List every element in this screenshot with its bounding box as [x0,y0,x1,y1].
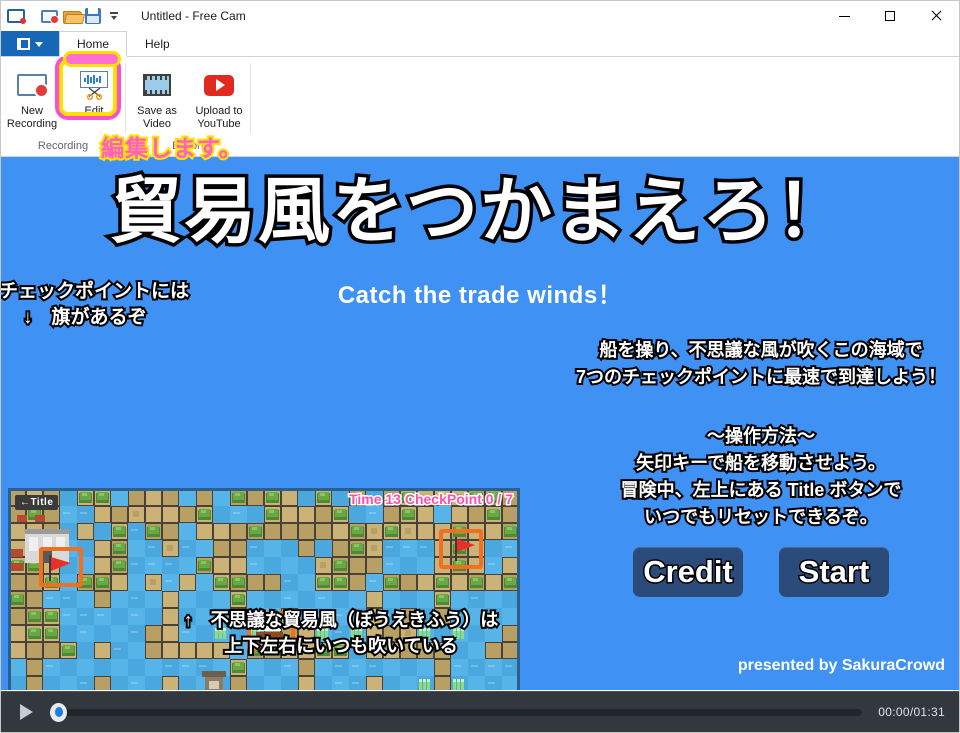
save-as-video-button[interactable]: Save as Video [126,63,188,131]
upload-label-line2: YouTube [197,118,241,130]
app-icon [7,5,29,27]
menu-icon [17,38,30,50]
free-cam-window: Untitled - Free Cam Home Help New Record… [0,0,960,733]
ribbon: New Recording Edit Recording Save as Vid… [1,57,959,157]
checkpoint-note-line1: チェックポイントには [1,279,191,304]
quick-open-icon[interactable] [63,5,85,27]
new-recording-icon [17,68,49,102]
ribbon-group-separator-2 [250,63,251,134]
edit-button[interactable]: Edit [63,63,125,118]
game-title-button[interactable]: ←Title [15,495,59,510]
minimize-icon [838,15,850,17]
time-display: 00:00/01:31 [878,705,945,719]
game-button-row: Credit Start [561,547,959,597]
ribbon-group-label-recording: Recording [37,140,89,152]
maximize-button[interactable] [867,1,913,31]
instruction-1-line-2: 7つのチェックポイントに最速で到達しよう！ [574,365,948,389]
tab-help[interactable]: Help [127,31,188,57]
game-title: 貿易風をつかまえろ！ [106,169,851,256]
wind-note-line1: ↑ 不思議な貿易風（ぼうえきふう）は [182,608,500,632]
game-hud: Time 13 CheckPoint 0 / 7 [348,490,515,509]
start-button[interactable]: Start [779,547,889,597]
play-button[interactable] [15,701,37,723]
close-icon [930,10,942,22]
ribbon-tab-strip: Home Help [1,31,959,57]
ribbon-group-label-export: Export [172,140,204,152]
media-player-bar: 00:00/01:31 [1,691,959,732]
upload-label-line1: Upload to [195,105,243,117]
save-as-video-label-line1: Save as [137,105,177,117]
edit-label: Edit [84,105,104,117]
minimize-button[interactable] [821,1,867,31]
new-recording-label-line2: Recording [6,118,58,130]
instruction-2-line-4: いつでもリセットできるぞ。 [642,505,880,529]
save-as-video-label-line2: Video [143,118,171,130]
instruction-2-line-1: 〜操作方法〜 [705,424,817,448]
instruction-block-1: 船を操り、不思議な風が吹くこの海域で 7つのチェックポイントに最速で到達しよう！ [561,337,959,391]
game-viewport[interactable]: ←Title Time 13 CheckPoint 0 / 7 [8,488,520,690]
chevron-down-icon [35,41,43,47]
game-stage: 貿易風をつかまえろ！ Catch the trade winds！ チェックポイ… [1,157,959,690]
edit-scissors-icon [79,68,109,102]
presented-by-label: presented by SakuraCrowd [737,657,945,674]
wind-note: ↑ 不思議な貿易風（ぼうえきふう）は 上下左右にいつも吹いている [141,607,541,659]
new-recording-button[interactable]: New Recording [1,63,63,131]
youtube-icon [204,68,234,102]
film-icon [143,68,171,102]
wind-note-line2: 上下左右にいつも吹いている [222,634,459,658]
quick-access-dropdown-icon[interactable] [107,5,129,27]
file-menu-button[interactable] [1,31,59,57]
seek-bar[interactable] [50,702,863,722]
maximize-icon [885,11,895,21]
title-bar: Untitled - Free Cam [1,1,959,31]
window-controls [821,1,959,31]
window-title: Untitled - Free Cam [141,9,246,23]
instruction-1-line-1: 船を操り、不思議な風が吹くこの海域で [597,338,924,362]
checkpoint-note-line2: ↓ 旗があるぞ [21,305,149,330]
tab-home[interactable]: Home [59,31,128,57]
quick-save-icon[interactable] [85,5,107,27]
game-map-canvas[interactable] [9,489,519,690]
close-button[interactable] [913,1,959,31]
checkpoint-note: チェックポイントには ↓ 旗があるぞ [1,279,329,331]
instruction-2-line-3: 冒険中、左上にある Title ボタンで [619,478,904,502]
upload-to-youtube-button[interactable]: Upload to YouTube [188,63,250,131]
scissors-glyph [86,87,103,100]
ribbon-group-recording: New Recording Edit Recording [1,57,125,156]
instruction-2-line-2: 矢印キーで船を移動させよう。 [634,451,888,475]
ribbon-group-export: Save as Video Upload to YouTube Export [126,57,250,156]
instruction-column: 船を操り、不思議な風が吹くこの海域で 7つのチェックポイントに最速で到達しよう！… [561,337,959,531]
new-recording-label-line1: New [20,105,43,117]
quick-record-icon[interactable] [41,5,63,27]
seek-thumb[interactable] [50,702,67,722]
instruction-block-2: 〜操作方法〜 矢印キーで船を移動させよう。 冒険中、左上にある Title ボタ… [561,423,959,531]
credit-button[interactable]: Credit [633,547,743,597]
